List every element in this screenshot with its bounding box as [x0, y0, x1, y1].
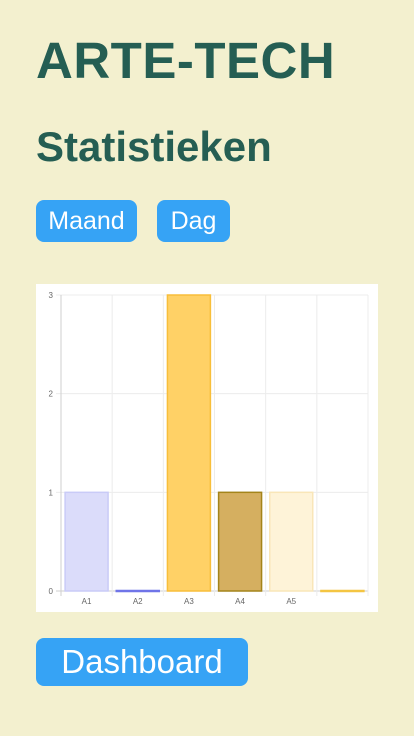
y-tick-label: 3: [49, 291, 54, 300]
month-filter-button[interactable]: Maand: [36, 200, 137, 242]
x-tick-label: A3: [184, 597, 194, 606]
x-tick-label: A4: [235, 597, 245, 606]
x-tick-label: A5: [286, 597, 296, 606]
x-tick-label: A1: [82, 597, 92, 606]
bar: [166, 294, 212, 592]
y-tick-label: 1: [49, 488, 54, 497]
page-title: Statistieken: [36, 123, 272, 170]
x-tick-label: A2: [133, 597, 143, 606]
day-filter-button[interactable]: Dag: [157, 200, 230, 242]
statistics-chart: 0 1 2 3 A1 A2 A3 A4 A5: [36, 284, 378, 612]
bar: [320, 589, 365, 593]
y-tick-label: 0: [49, 587, 54, 596]
x-axis-ticks: A1 A2 A3 A4 A5: [82, 597, 297, 606]
bar: [217, 491, 263, 592]
brand-title: ARTE-TECH: [36, 32, 336, 89]
bar: [64, 491, 109, 592]
y-tick-label: 2: [49, 390, 54, 399]
y-axis-ticks: 0 1 2 3: [49, 291, 54, 596]
bar: [269, 491, 314, 592]
bar: [115, 589, 160, 593]
dashboard-button[interactable]: Dashboard: [36, 638, 248, 686]
bar-chart-svg: 0 1 2 3 A1 A2 A3 A4 A5: [49, 291, 369, 606]
